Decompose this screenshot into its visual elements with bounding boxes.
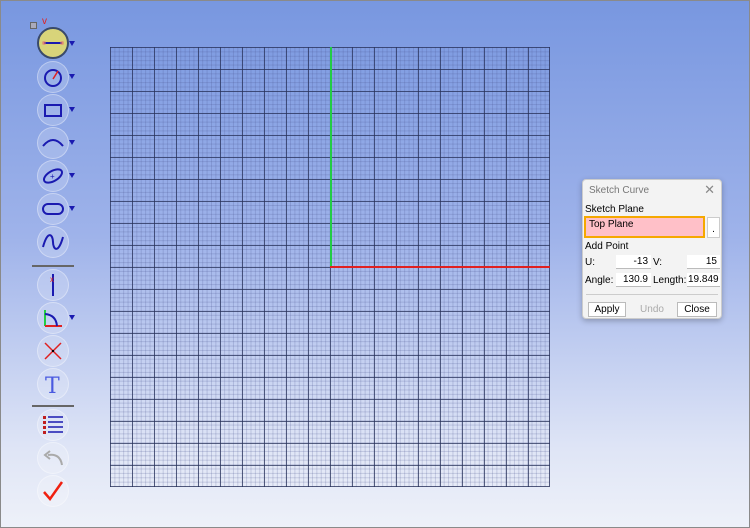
u-label: U: [585,257,595,268]
close-icon[interactable]: ✕ [704,182,715,198]
slot-dropdown-icon[interactable] [69,206,75,211]
toolbar-divider [32,265,74,267]
line-tool-button[interactable] [37,27,69,59]
list-tool-button[interactable] [37,409,69,441]
rectangle-tool-button[interactable] [37,94,69,126]
delete-point-tool-button[interactable] [37,335,69,367]
spline-tool-button[interactable] [37,226,69,258]
rectangle-dropdown-icon[interactable] [69,107,75,112]
u-input[interactable]: -13 [616,255,651,269]
angle-label: Angle: [585,275,614,286]
svg-text:+: + [50,172,55,181]
apply-button[interactable]: Apply [588,302,626,317]
ellipse-tool-button[interactable]: + [37,160,69,192]
angle-dropdown-icon[interactable] [69,315,75,320]
angle-input[interactable]: 130.9 [616,273,651,287]
angle-dimension-tool-button[interactable] [37,302,69,334]
circle-tool-button[interactable] [37,61,69,93]
y-axis-line [330,47,332,267]
collapse-icon[interactable] [30,22,37,29]
dialog-divider [586,294,718,295]
slot-tool-button[interactable] [37,193,69,225]
add-point-label: Add Point [585,241,629,252]
ellipse-dropdown-icon[interactable] [69,173,75,178]
toolbar-divider [32,405,74,407]
x-axis-line [330,266,550,268]
sketch-curve-dialog: Sketch Curve ✕ Sketch Plane Top Plane . … [582,179,722,319]
sketch-plane-label: Sketch Plane [585,204,644,215]
done-checkmark-button[interactable] [37,475,69,507]
y-axis-indicator-icon: v [42,16,47,27]
sketch-plane-field[interactable]: Top Plane [584,216,705,238]
text-tool-button[interactable]: T [37,368,69,400]
length-label: Length: [653,275,687,286]
v-input[interactable]: 15 [687,255,720,269]
line-dropdown-icon[interactable] [69,41,75,46]
dialog-title: Sketch Curve [589,185,650,196]
undo-button[interactable] [37,442,69,474]
arc-tool-button[interactable] [37,127,69,159]
sketch-plane-browse-button[interactable]: . [707,217,720,238]
circle-dropdown-icon[interactable] [69,74,75,79]
close-button[interactable]: Close [677,302,717,317]
svg-text:T: T [45,374,60,397]
sketch-grid-canvas[interactable] [110,47,550,487]
v-label: V: [653,257,663,268]
svg-text:x: x [50,275,54,284]
arc-dropdown-icon[interactable] [69,140,75,145]
point-on-curve-tool-button[interactable]: x [37,269,69,301]
undo-dialog-button[interactable]: Undo [633,302,671,317]
length-input[interactable]: 19.849 [687,273,720,287]
